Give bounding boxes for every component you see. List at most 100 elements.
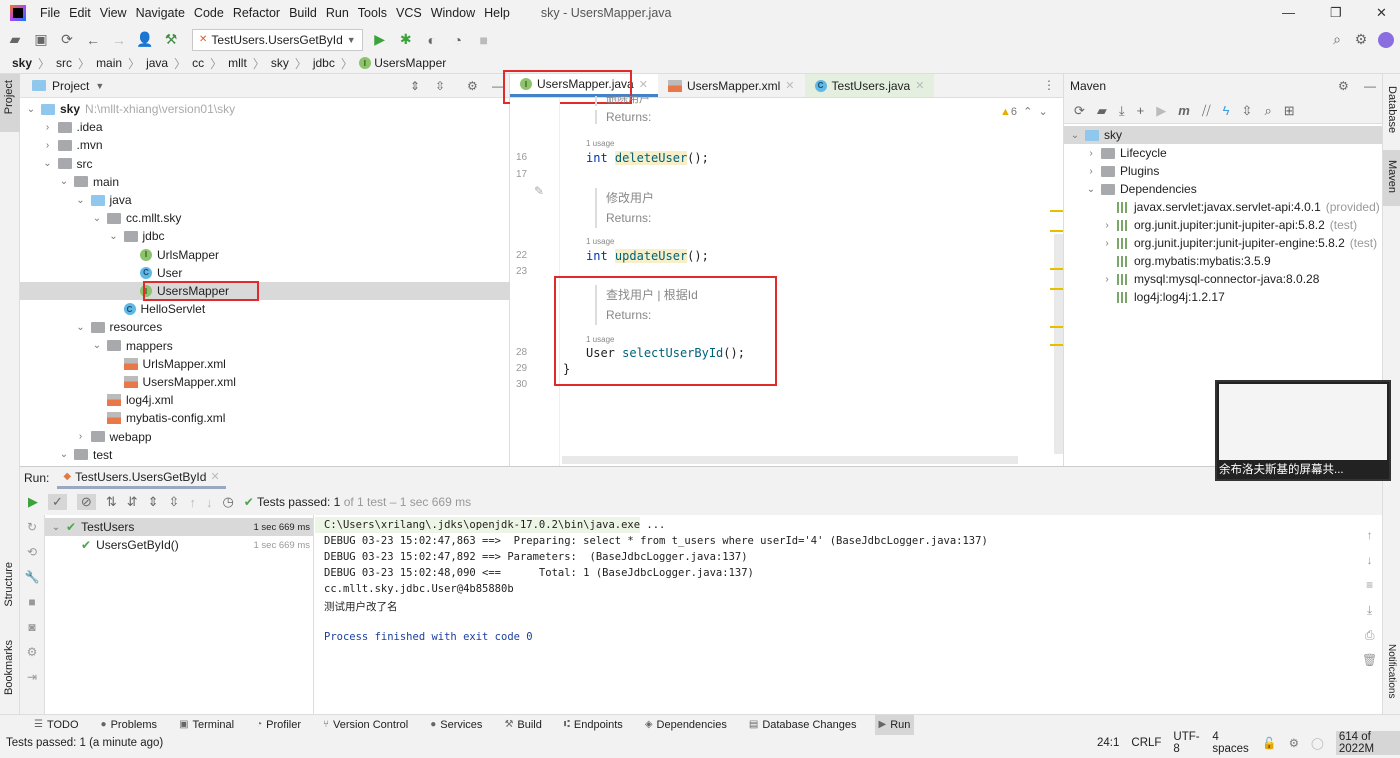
scroll-to-end-icon[interactable]: ⤓ [1362,598,1377,623]
open-folder-icon[interactable]: ▰ [6,31,24,49]
sort-alpha-icon[interactable]: ⇅ [106,494,117,510]
status-message[interactable]: Tests passed: 1 (a minute ago) [6,737,163,749]
run-tab[interactable]: ◆ TestUsers.UsersGetById ✕ [57,467,226,489]
generate-sources-icon[interactable]: ▰ [1097,103,1107,119]
tool-tab-problems[interactable]: ● Problems [97,715,162,735]
tree-item[interactable]: log4j.xml [92,391,173,409]
toggle-offline-icon[interactable]: ⧸⧸ [1202,103,1211,119]
maven-tree-item[interactable]: ⌄ Dependencies [1086,180,1197,198]
toggle-auto-test-icon[interactable]: ⟲ [20,540,44,565]
indent-setting[interactable]: 4 spaces [1212,731,1250,755]
crumb-jdbc[interactable]: jdbc [313,56,335,70]
inspection-icon[interactable]: ⚙ [1289,736,1299,750]
caret-position[interactable]: 24:1 [1097,737,1119,749]
code-line-16[interactable]: int deleteUser(); [586,151,709,165]
gear-icon[interactable]: ⚙ [1352,31,1370,49]
crumb-cc[interactable]: cc [192,56,204,70]
run-icon[interactable]: ▶ [1156,103,1166,119]
execute-goal-icon[interactable]: m [1178,103,1190,118]
debug-icon[interactable]: ✱ [397,31,415,49]
maven-tree-item[interactable]: › mysql:mysql-connector-java:8.0.28 [1102,270,1324,288]
menu-edit[interactable]: Edit [69,6,91,20]
chevron-down-icon[interactable]: ⌄ [76,195,86,206]
maven-tree-item[interactable]: › org.junit.jupiter:junit-jupiter-api:5.8… [1102,216,1357,234]
sync-icon[interactable]: ⟳ [58,31,76,49]
chevron-right-icon[interactable]: › [1086,166,1096,177]
rerun-failed-icon[interactable]: ↻ [20,515,44,540]
collapse-icon[interactable]: ⇳ [1242,103,1253,119]
show-passed-icon[interactable]: ✓ [48,494,67,510]
save-icon[interactable]: ▣ [32,31,50,49]
screen-share-overlay[interactable]: 余布洛夫斯基的屏幕共... [1215,380,1391,481]
tree-item[interactable]: I UsersMapper [125,281,259,301]
show-deps-icon[interactable]: ⊞ [1284,103,1295,119]
add-icon[interactable]: + [1137,103,1145,118]
wrench-icon[interactable]: 🔧 [20,565,44,590]
tree-item[interactable]: › webapp [76,428,152,446]
tree-item[interactable]: UrlsMapper.xml [109,355,226,373]
tree-item[interactable]: ⌄ sky N:\mllt-xhiang\version01\sky [26,100,235,118]
collapse-all-icon[interactable]: ⇳ [435,79,445,93]
warning-marker[interactable] [1050,210,1063,212]
tab-testusers-java[interactable]: C TestUsers.java ✕ [804,74,935,97]
scroll-up-icon[interactable]: ↑ [1362,523,1377,548]
menu-navigate[interactable]: Navigate [136,6,185,20]
vcs-user-icon[interactable]: 👤 [136,31,154,49]
show-ignored-icon[interactable]: ⊘ [76,494,96,510]
tool-tab-database-changes[interactable]: ▤ Database Changes [745,715,861,735]
maximize-button[interactable]: ❐ [1330,5,1342,21]
menu-file[interactable]: File [40,6,60,20]
menu-view[interactable]: View [100,6,127,20]
lock-icon[interactable]: 🔓 [1262,736,1276,750]
build-hammer-icon[interactable]: ⚒ [162,31,180,49]
chevron-down-icon[interactable]: ▼ [95,81,104,91]
inspection-widget[interactable]: ▲6 ⌃ ⌄ [1000,105,1048,118]
chevron-down-icon[interactable]: ⌄ [1070,130,1080,141]
menu-help[interactable]: Help [484,6,510,20]
scroll-down-icon[interactable]: ↓ [1362,548,1377,573]
search-icon[interactable]: ⌕ [1328,31,1346,49]
download-icon[interactable]: ⤓ [1119,103,1125,119]
tree-item[interactable]: › .mvn [43,136,103,154]
hide-icon[interactable]: — [1364,79,1376,93]
tree-item[interactable]: ⌄ jdbc [109,227,164,245]
soft-wrap-icon[interactable]: ≡ [1362,573,1377,598]
crumb-sky[interactable]: sky [12,56,32,70]
crumb-java[interactable]: java [146,56,168,70]
maven-tree-item[interactable]: › Lifecycle [1086,144,1166,162]
coverage-icon[interactable]: ◐ [423,31,441,49]
console-output[interactable]: C:\Users\xrilang\.jdks\openjdk-17.0.2\bi… [315,515,1355,715]
sort-duration-icon[interactable]: ⇵ [127,494,138,510]
chevron-down-icon[interactable]: ⌄ [109,231,119,242]
close-icon[interactable]: ✕ [639,78,648,91]
warning-marker[interactable] [1050,288,1063,290]
chevron-down-icon[interactable]: ⌄ [43,158,53,169]
tree-item[interactable]: ⌄ cc.mllt.sky [92,209,182,227]
menu-tools[interactable]: Tools [358,6,387,20]
clear-icon[interactable]: 🗑 [1362,648,1377,673]
line-separator[interactable]: CRLF [1131,737,1161,749]
tree-item[interactable]: ⌄ java [76,191,131,209]
next-icon[interactable]: ↓ [206,495,213,510]
notification-icon[interactable]: ◯ [1311,736,1324,750]
analyze-icon[interactable]: ⌕ [1264,103,1271,119]
maven-stripe-button[interactable]: Maven [1383,150,1400,206]
tree-item[interactable]: ⌄ mappers [92,337,173,355]
gear-icon[interactable]: ⚙ [1338,79,1349,93]
gear-icon[interactable]: ⚙ [467,79,478,93]
maven-tree-item[interactable]: log4j:log4j:1.2.17 [1102,288,1230,306]
rerun-icon[interactable]: ▶ [28,494,38,510]
chevron-down-icon[interactable]: ⌄ [26,104,36,115]
expand-all-icon[interactable]: ⇕ [148,494,159,510]
project-view-select[interactable]: Project [52,79,89,93]
skip-tests-icon[interactable]: ϟ [1223,103,1230,118]
close-icon[interactable]: ✕ [210,470,219,483]
database-stripe-button[interactable]: Database [1386,86,1398,133]
profile-icon[interactable]: ◔ [449,31,467,49]
menu-vcs[interactable]: VCS [396,6,422,20]
run-configuration-select[interactable]: ✕ TestUsers.UsersGetById ▼ [192,28,363,51]
avatar[interactable] [1378,31,1394,48]
stop-icon[interactable]: ■ [475,31,493,49]
usage-hint[interactable]: 1 usage [586,237,614,246]
tool-tab-endpoints[interactable]: ⑆ Endpoints [560,715,627,735]
